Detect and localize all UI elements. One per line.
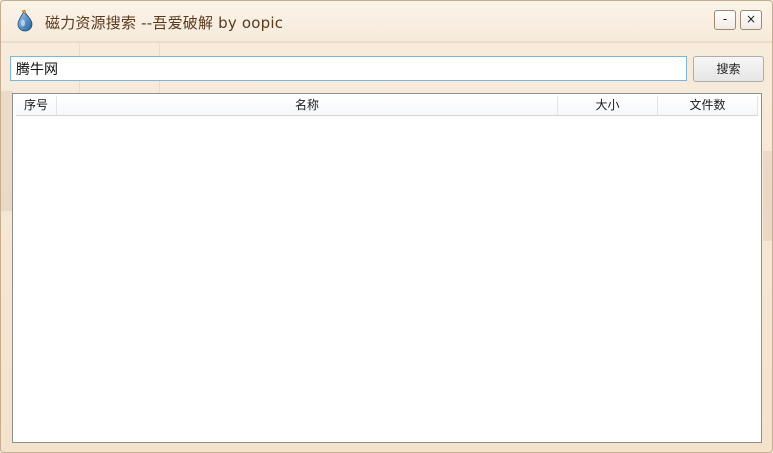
title-bar[interactable]: 磁力资源搜索 --吾爱破解 by oopic - × <box>1 1 772 41</box>
close-button[interactable]: × <box>740 10 762 30</box>
column-header-index[interactable]: 序号 <box>16 96 57 115</box>
search-input[interactable] <box>10 56 687 81</box>
background-bleed-line <box>763 151 772 241</box>
column-header-size[interactable]: 大小 <box>558 96 658 115</box>
search-button[interactable]: 搜索 <box>693 56 764 82</box>
window-title: 磁力资源搜索 --吾爱破解 by oopic <box>45 14 284 32</box>
table-body[interactable] <box>14 116 760 441</box>
magnet-drop-icon <box>17 9 33 32</box>
app-window: 磁力资源搜索 --吾爱破解 by oopic - × 搜索 序号 名称 大小 文… <box>0 0 773 453</box>
results-table[interactable]: 序号 名称 大小 文件数 <box>12 93 762 443</box>
table-header: 序号 名称 大小 文件数 <box>16 96 758 116</box>
column-header-file-count[interactable]: 文件数 <box>658 96 758 115</box>
minimize-button[interactable]: - <box>714 10 736 30</box>
column-header-name[interactable]: 名称 <box>57 96 558 115</box>
background-bleed-line <box>1 41 772 43</box>
